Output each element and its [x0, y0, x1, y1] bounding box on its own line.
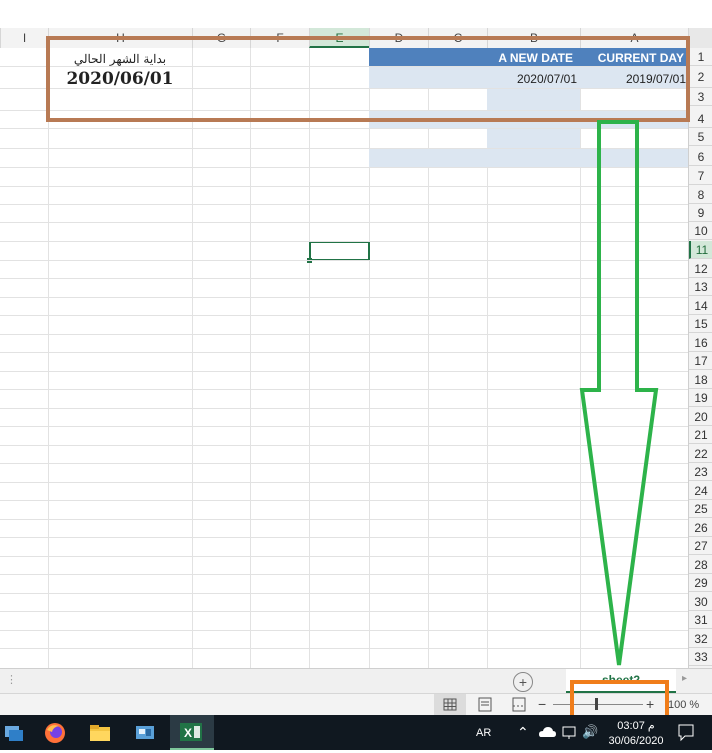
row-header-25[interactable]: 25 [689, 500, 712, 518]
taskview-icon[interactable] [2, 721, 26, 745]
column-header-f[interactable]: F [250, 28, 309, 48]
row-header-26[interactable]: 26 [689, 519, 712, 537]
svg-text:X: X [184, 726, 192, 740]
fill-handle[interactable] [307, 258, 312, 263]
normal-view-icon [443, 698, 457, 711]
row-header-10[interactable]: 10 [689, 222, 712, 240]
zoom-level[interactable]: 100 % [668, 697, 712, 713]
page-layout-icon [478, 697, 492, 712]
row-header-15[interactable]: 15 [689, 315, 712, 333]
tab-scroll-right-icon[interactable]: ▸ [682, 673, 692, 689]
row-header-20[interactable]: 20 [689, 408, 712, 426]
cell-a2-value[interactable]: 2019/07/01 [580, 70, 686, 88]
table-band-cell-b5 [487, 128, 580, 148]
sheet-tab-sheet2[interactable]: sheet2 [566, 669, 676, 694]
control-panel-icon[interactable] [133, 721, 157, 745]
page-break-view-button[interactable] [504, 694, 534, 716]
cell-h2-big-date[interactable]: 2020/06/01 [52, 68, 188, 90]
row-header-6[interactable]: 6 [689, 148, 712, 166]
excel-taskbar-button[interactable]: X [170, 715, 214, 750]
cell-a1-header[interactable]: CURRENT DAY [580, 50, 684, 66]
column-header-d[interactable]: D [369, 28, 428, 48]
cell-h1-arabic-label[interactable]: بداية الشهر الحالي [52, 50, 188, 68]
column-header-bar: I H G F E D C B A [0, 28, 712, 49]
onedrive-cloud-icon[interactable] [537, 723, 557, 741]
row-header-18[interactable]: 18 [689, 371, 712, 389]
row-header-3[interactable]: 3 [689, 88, 712, 106]
row-header-21[interactable]: 21 [689, 426, 712, 444]
row-header-19[interactable]: 19 [689, 389, 712, 407]
spreadsheet-grid[interactable]: A NEW DATE CURRENT DAY 2020/07/01 2019/0… [0, 48, 688, 668]
zoom-slider-track[interactable] [553, 704, 643, 705]
row-header-4[interactable]: 4 [689, 110, 712, 128]
row-header-13[interactable]: 13 [689, 278, 712, 296]
tab-bar-grip-icon[interactable]: ⋮ [6, 673, 17, 689]
row-header-7[interactable]: 7 [689, 167, 712, 185]
column-header-c[interactable]: C [428, 28, 487, 48]
taskbar-time[interactable]: 03:07 م [606, 719, 666, 733]
page-break-icon [512, 697, 526, 712]
column-header-i[interactable]: I [0, 28, 48, 48]
table-band-row-6 [369, 148, 688, 167]
row-header-5[interactable]: 5 [689, 128, 712, 146]
cell-b2-value[interactable]: 2020/07/01 [487, 70, 577, 88]
selected-cell-e11[interactable] [307, 241, 370, 263]
normal-view-button[interactable] [434, 694, 466, 716]
network-icon[interactable] [561, 724, 579, 740]
row-header-17[interactable]: 17 [689, 352, 712, 370]
volume-icon[interactable]: 🔊 [582, 723, 602, 741]
row-header-1[interactable]: 1 [689, 48, 712, 66]
row-header-32[interactable]: 32 [689, 630, 712, 648]
column-header-a[interactable]: A [580, 28, 688, 48]
file-explorer-icon[interactable] [88, 721, 112, 745]
row-header-30[interactable]: 30 [689, 593, 712, 611]
row-header-11[interactable]: 11 [689, 241, 712, 259]
row-header-27[interactable]: 27 [689, 537, 712, 555]
row-header-16[interactable]: 16 [689, 334, 712, 352]
row-header-33[interactable]: 33 [689, 648, 712, 666]
column-header-b[interactable]: B [487, 28, 580, 48]
zoom-out-button[interactable]: − [538, 695, 550, 713]
row-header-28[interactable]: 28 [689, 556, 712, 574]
language-indicator[interactable]: AR [476, 725, 500, 741]
column-header-e[interactable]: E [309, 28, 369, 48]
row-header-14[interactable]: 14 [689, 297, 712, 315]
zoom-in-button[interactable]: + [646, 695, 658, 713]
select-all-corner[interactable] [688, 28, 712, 48]
table-band-row-4 [369, 110, 688, 128]
row-header-23[interactable]: 23 [689, 463, 712, 481]
row-header-8[interactable]: 8 [689, 186, 712, 204]
firefox-icon[interactable] [43, 721, 67, 745]
row-header-bar: 1 2 3 4 5 6 7 8 9 10 11 12 13 14 15 16 1… [688, 48, 712, 668]
row-header-9[interactable]: 9 [689, 204, 712, 222]
row-header-31[interactable]: 31 [689, 611, 712, 629]
excel-icon: X [170, 723, 214, 750]
column-header-g[interactable]: G [192, 28, 250, 48]
row-header-2[interactable]: 2 [689, 66, 712, 88]
cell-b1-header[interactable]: A NEW DATE [469, 50, 573, 66]
table-band-cell-b3 [487, 88, 580, 110]
page-layout-view-button[interactable] [470, 694, 500, 716]
status-bar: − + 100 % [0, 693, 712, 716]
taskbar-date[interactable]: 30/06/2020 [604, 734, 668, 748]
row-header-22[interactable]: 22 [689, 445, 712, 463]
row-header-29[interactable]: 29 [689, 574, 712, 592]
windows-taskbar: X AR ⌃ 🔊 03:07 م 30/06/2020 [0, 715, 712, 750]
row-header-24[interactable]: 24 [689, 482, 712, 500]
sheet-tab-bar: ⋮ + sheet2 ▸ [0, 668, 712, 694]
zoom-slider-thumb[interactable] [595, 698, 598, 710]
action-center-icon[interactable] [676, 722, 696, 742]
column-header-h[interactable]: H [48, 28, 192, 48]
show-hidden-icons-chevron-icon[interactable]: ⌃ [517, 723, 531, 741]
row-header-12[interactable]: 12 [689, 260, 712, 278]
add-sheet-icon[interactable]: + [513, 672, 533, 692]
